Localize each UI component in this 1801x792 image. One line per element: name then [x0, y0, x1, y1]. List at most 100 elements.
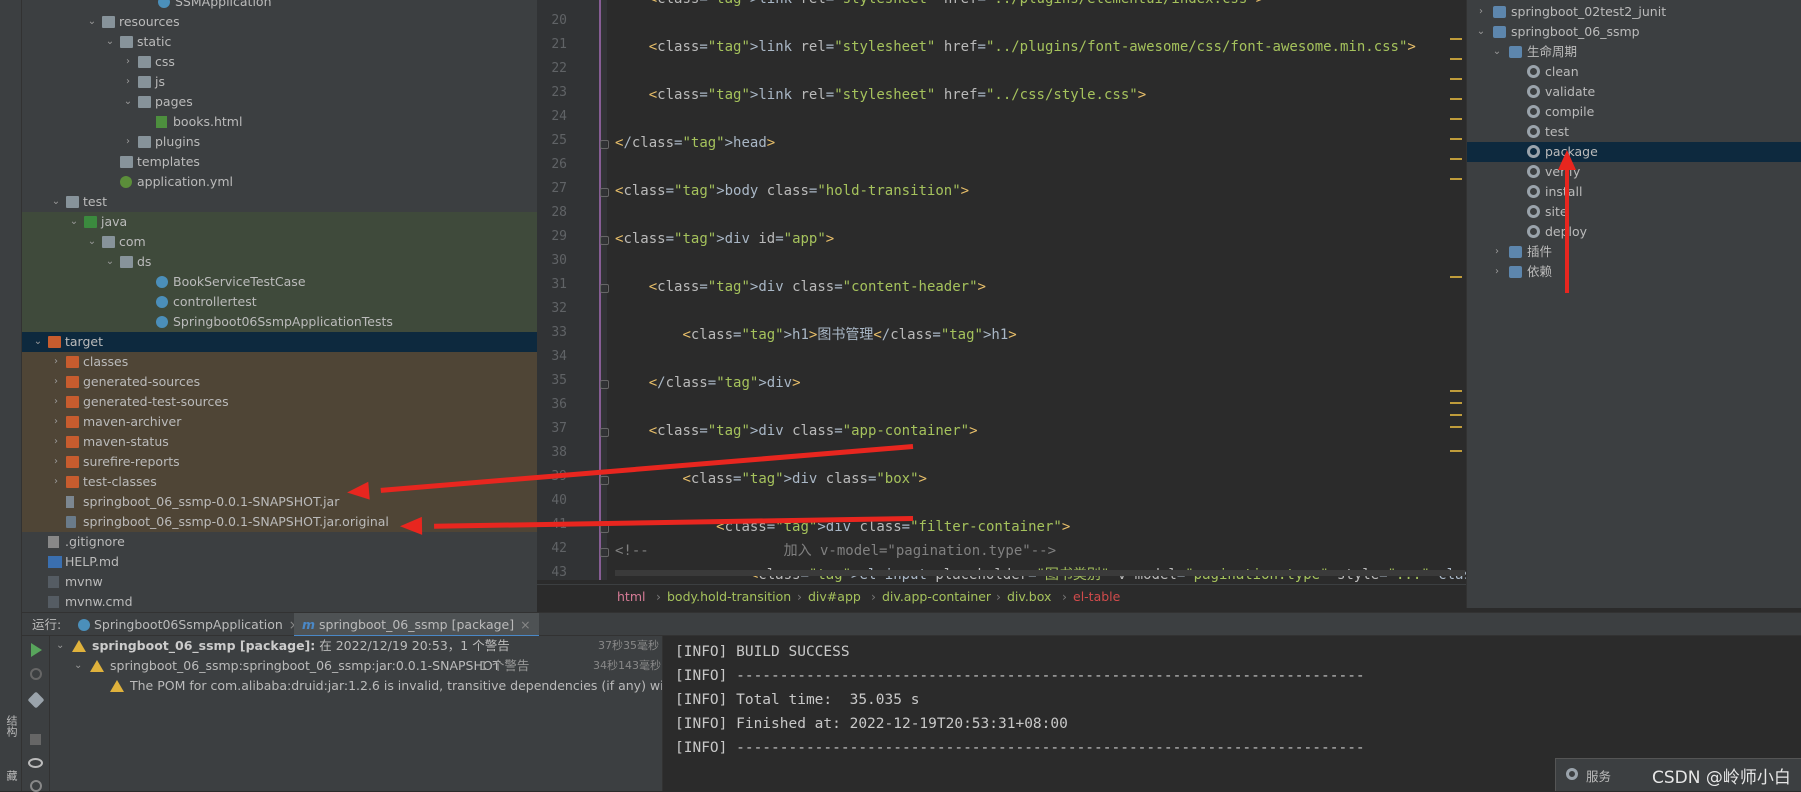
- structure-tab[interactable]: 结构: [3, 715, 19, 737]
- project-tree-item[interactable]: ⌄ static: [22, 32, 537, 52]
- maven-item-install[interactable]: install: [1467, 182, 1801, 202]
- chevron-down-icon[interactable]: ⌄: [122, 92, 134, 112]
- stripe-mark[interactable]: [1450, 78, 1462, 80]
- project-tree-item[interactable]: springboot_06_ssmp-0.0.1-SNAPSHOT.jar: [22, 492, 537, 512]
- project-tree-item[interactable]: › surefire-reports: [22, 452, 537, 472]
- run-tab-app[interactable]: Springboot06SsmpApplication×: [70, 613, 307, 637]
- maven-item-springboot_02test2_junit[interactable]: › springboot_02test2_junit: [1467, 2, 1801, 22]
- stripe-mark[interactable]: [1450, 158, 1462, 160]
- chevron-right-icon[interactable]: ›: [50, 432, 62, 452]
- chevron-right-icon[interactable]: ›: [50, 352, 62, 372]
- code-editor[interactable]: 19 20 21 22 23 24 25 26 27 28 29 30 31 32 33 34 35 36 37 38…: [537, 0, 1466, 608]
- project-tree-item[interactable]: springboot_06_ssmp-0.0.1-SNAPSHOT.jar.or…: [22, 512, 537, 532]
- breadcrumb-item[interactable]: el-table: [1073, 589, 1120, 604]
- error-stripe[interactable]: [1448, 30, 1462, 560]
- breadcrumb-item[interactable]: div.box: [1007, 589, 1051, 604]
- project-tree-item[interactable]: › generated-test-sources: [22, 392, 537, 412]
- project-tree-item[interactable]: ⌄ ds: [22, 252, 537, 272]
- maven-item-依赖[interactable]: › 依赖: [1467, 262, 1801, 282]
- code-line[interactable]: <class="tag">link rel="stylesheet" href=…: [615, 36, 1416, 58]
- project-tree-item[interactable]: ⌄ pages: [22, 92, 537, 112]
- chevron-down-icon[interactable]: ⌄: [86, 12, 98, 32]
- chevron-right-icon[interactable]: ›: [122, 132, 134, 152]
- maven-item-test[interactable]: test: [1467, 122, 1801, 142]
- code-line[interactable]: <class="tag">link rel="stylesheet" href=…: [615, 0, 1264, 10]
- project-tree-item[interactable]: › css: [22, 52, 537, 72]
- project-tree-item[interactable]: mvnw.cmd: [22, 592, 537, 612]
- maven-item-deploy[interactable]: deploy: [1467, 222, 1801, 242]
- chevron-right-icon[interactable]: ›: [50, 452, 62, 472]
- fold-marker-icon[interactable]: [600, 140, 609, 149]
- fold-marker-icon[interactable]: [600, 236, 609, 245]
- stripe-mark[interactable]: [1450, 178, 1462, 180]
- chevron-down-icon[interactable]: ⌄: [104, 252, 116, 272]
- chevron-right-icon[interactable]: ›: [122, 72, 134, 92]
- close-icon[interactable]: ×: [520, 617, 530, 632]
- project-tree-item[interactable]: ⌄ target: [22, 332, 537, 352]
- chevron-down-icon[interactable]: ⌄: [74, 656, 82, 676]
- stripe-mark[interactable]: [1450, 58, 1462, 60]
- project-tree-item[interactable]: controllertest: [22, 292, 537, 312]
- wrench-icon[interactable]: [27, 691, 45, 709]
- fold-marker-icon[interactable]: [600, 428, 609, 437]
- code-line[interactable]: <class="tag">link rel="stylesheet" href=…: [615, 84, 1146, 106]
- maven-item-插件[interactable]: › 插件: [1467, 242, 1801, 262]
- fold-marker-icon[interactable]: [600, 380, 609, 389]
- chevron-down-icon[interactable]: ⌄: [50, 192, 62, 212]
- project-tree-item[interactable]: BookServiceTestCase: [22, 272, 537, 292]
- chevron-right-icon[interactable]: ›: [1491, 242, 1503, 262]
- project-tree-item[interactable]: SSMApplication: [22, 0, 537, 12]
- project-tree-item[interactable]: mvnw: [22, 572, 537, 592]
- fold-marker-icon[interactable]: [600, 548, 609, 557]
- eye-icon[interactable]: [28, 758, 43, 768]
- services-label[interactable]: 服务: [1586, 766, 1611, 785]
- stripe-mark[interactable]: [1450, 390, 1462, 392]
- stripe-mark[interactable]: [1450, 38, 1462, 40]
- code-line[interactable]: <class="tag">div class="content-header">: [615, 276, 986, 298]
- rerun-icon[interactable]: [31, 643, 42, 657]
- code-line[interactable]: <class="tag">body class="hold-transition…: [615, 180, 969, 202]
- stripe-mark[interactable]: [1450, 402, 1462, 404]
- run-tree-row-2[interactable]: ⌄ springboot_06_ssmp:springboot_06_ssmp:…: [50, 656, 662, 676]
- stripe-mark[interactable]: [1450, 98, 1462, 100]
- chevron-right-icon[interactable]: ›: [50, 372, 62, 392]
- project-tree-item[interactable]: › plugins: [22, 132, 537, 152]
- code-line[interactable]: <class="tag">div class="app-container">: [615, 420, 978, 442]
- project-tree-item[interactable]: Springboot06SsmpApplicationTests: [22, 312, 537, 332]
- chevron-right-icon[interactable]: ›: [1491, 262, 1503, 282]
- breadcrumb-item[interactable]: div.app-container: [882, 589, 991, 604]
- code-line[interactable]: </class="tag">div>: [615, 372, 801, 394]
- run-tree-row-1[interactable]: ⌄ springboot_06_ssmp [package]: 在 2022/1…: [50, 636, 662, 656]
- chevron-right-icon[interactable]: ›: [50, 392, 62, 412]
- chevron-down-icon[interactable]: ⌄: [104, 32, 116, 52]
- chevron-down-icon[interactable]: ⌄: [86, 232, 98, 252]
- project-tree-item[interactable]: › maven-archiver: [22, 412, 537, 432]
- maven-item-verify[interactable]: verify: [1467, 162, 1801, 182]
- settings-icon[interactable]: [30, 780, 42, 792]
- maven-item-site[interactable]: site: [1467, 202, 1801, 222]
- stripe-mark[interactable]: [1450, 414, 1462, 416]
- project-tree-item[interactable]: application.yml: [22, 172, 537, 192]
- fold-marker-icon[interactable]: [600, 188, 609, 197]
- project-tree-item[interactable]: ⌄ resources: [22, 12, 537, 32]
- code-line[interactable]: <class="tag">h1>图书管理</class="tag">h1>: [615, 324, 1016, 346]
- refresh-icon[interactable]: [30, 668, 42, 680]
- project-tree-item[interactable]: ⌄ com: [22, 232, 537, 252]
- chevron-right-icon[interactable]: ›: [1475, 2, 1487, 22]
- stripe-mark[interactable]: [1450, 138, 1462, 140]
- chevron-down-icon[interactable]: ⌄: [68, 212, 80, 232]
- maven-item-clean[interactable]: clean: [1467, 62, 1801, 82]
- project-tree-item[interactable]: templates: [22, 152, 537, 172]
- run-tab-package[interactable]: m springboot_06_ssmp [package] ×: [294, 613, 539, 637]
- breadcrumb-item[interactable]: div#app: [808, 589, 861, 604]
- horizontal-scrollbar[interactable]: [615, 570, 1465, 576]
- maven-item-生命周期[interactable]: ⌄ 生命周期: [1467, 42, 1801, 62]
- chevron-down-icon[interactable]: ⌄: [32, 332, 44, 352]
- stripe-mark[interactable]: [1450, 118, 1462, 120]
- chevron-down-icon[interactable]: ⌄: [1491, 42, 1503, 62]
- stripe-mark[interactable]: [1450, 426, 1462, 428]
- project-tree-item[interactable]: .gitignore: [22, 532, 537, 552]
- chevron-right-icon[interactable]: ›: [50, 472, 62, 492]
- run-tree-row-3[interactable]: The POM for com.alibaba:druid:jar:1.2.6 …: [50, 676, 662, 696]
- stripe-mark[interactable]: [1450, 276, 1462, 278]
